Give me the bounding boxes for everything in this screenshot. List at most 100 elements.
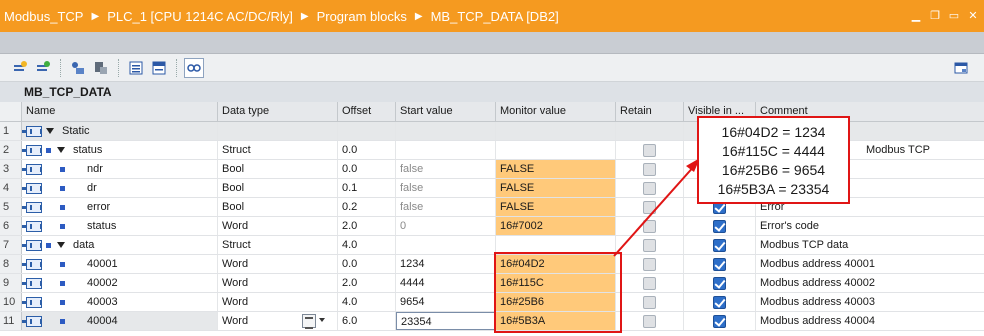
start-value-cell[interactable]: false [396, 160, 496, 178]
header-data-type[interactable]: Data type [218, 102, 338, 121]
conversion-callout: 16#04D2 = 1234 16#115C = 4444 16#25B6 = … [697, 116, 850, 204]
start-value-cell[interactable]: false [396, 179, 496, 197]
restore-icon[interactable]: ❐ [928, 8, 942, 22]
table-row[interactable]: 8 40001 Word 0.0 1234 16#04D2 Modbus address 4… [0, 255, 984, 274]
row-number: 9 [0, 274, 22, 292]
data-type-cell[interactable]: Word [218, 274, 338, 292]
name-cell[interactable]: ndr [22, 160, 218, 178]
retain-checkbox[interactable] [642, 163, 656, 176]
retain-checkbox[interactable] [642, 277, 656, 290]
row-number: 7 [0, 236, 22, 254]
interface-icon [22, 296, 42, 308]
start-value-cell[interactable]: false [396, 198, 496, 216]
visible-checkbox[interactable] [712, 239, 726, 252]
table-row[interactable]: 6 status Word 2.0 0 16#7002 Error's code [0, 217, 984, 236]
name-cell[interactable]: dr [22, 179, 218, 197]
snapshot-icon[interactable] [68, 58, 88, 78]
visible-checkbox[interactable] [712, 315, 726, 328]
visible-checkbox[interactable] [712, 258, 726, 271]
breadcrumb-project[interactable]: Modbus_TCP [4, 9, 83, 24]
data-type-cell[interactable]: Word [218, 217, 338, 235]
data-type-cell[interactable]: Struct [218, 236, 338, 254]
start-value-cell[interactable] [396, 141, 496, 159]
name-cell[interactable]: error [22, 198, 218, 216]
settings-icon[interactable] [951, 58, 971, 78]
member-bullet-icon [60, 261, 65, 267]
retain-cell [616, 122, 684, 140]
start-value-cell[interactable]: 4444 [396, 274, 496, 292]
start-value-cell[interactable]: 1234 [396, 255, 496, 273]
retain-checkbox[interactable] [642, 258, 656, 271]
table-row[interactable]: 10 40003 Word 4.0 9654 16#25B6 Modbus address … [0, 293, 984, 312]
retain-checkbox[interactable] [642, 182, 656, 195]
data-type-cell[interactable] [218, 122, 338, 140]
comment-cell[interactable]: Modbus address 40001 [756, 255, 984, 273]
data-type-cell[interactable]: Bool [218, 198, 338, 216]
start-value-cell[interactable]: 0 [396, 217, 496, 235]
retain-checkbox[interactable] [642, 296, 656, 309]
retain-checkbox[interactable] [642, 315, 656, 328]
monitor-icon[interactable] [184, 57, 204, 78]
visible-checkbox[interactable] [712, 277, 726, 290]
comment-cell[interactable]: Modbus address 40004 [756, 312, 984, 330]
collapse-all-icon[interactable] [149, 58, 169, 78]
data-type-cell[interactable]: Bool [218, 179, 338, 197]
retain-checkbox[interactable] [642, 144, 656, 157]
breadcrumb-block[interactable]: MB_TCP_DATA [DB2] [431, 9, 559, 24]
header-retain[interactable]: Retain [616, 102, 684, 121]
dropdown-arrow-icon[interactable] [319, 318, 325, 322]
name-cell[interactable]: Static [22, 122, 218, 140]
breadcrumb-program-blocks[interactable]: Program blocks [317, 9, 407, 24]
data-type-cell[interactable]: Struct [218, 141, 338, 159]
expand-arrow-icon[interactable] [57, 147, 65, 154]
name-cell[interactable]: status [22, 217, 218, 235]
retain-checkbox[interactable] [642, 201, 656, 214]
row-number: 8 [0, 255, 22, 273]
table-row[interactable]: 7 data Struct 4.0 Modbus TCP data [0, 236, 984, 255]
expand-arrow-icon[interactable] [57, 242, 65, 249]
data-type-cell[interactable]: Word [218, 255, 338, 273]
start-value-cell[interactable] [396, 236, 496, 254]
header-monitor-value[interactable]: Monitor value [496, 102, 616, 121]
comment-cell[interactable]: Modbus address 40003 [756, 293, 984, 311]
add-row-icon[interactable] [10, 58, 30, 78]
data-type-cell[interactable]: Word [218, 293, 338, 311]
name-cell[interactable]: 40004 [22, 312, 218, 330]
comment-cell[interactable]: Modbus address 40002 [756, 274, 984, 292]
visible-checkbox[interactable] [712, 296, 726, 309]
name-cell[interactable]: status [22, 141, 218, 159]
minimize-icon[interactable]: ▁ [909, 8, 923, 22]
start-value-cell[interactable]: 23354 [396, 312, 496, 330]
header-offset[interactable]: Offset [338, 102, 396, 121]
chevron-right-icon: ▶ [91, 10, 100, 22]
retain-checkbox[interactable] [642, 239, 656, 252]
name-cell[interactable]: 40002 [22, 274, 218, 292]
comment-cell[interactable]: Modbus TCP data [756, 236, 984, 254]
expand-all-icon[interactable] [126, 58, 146, 78]
comment-cell[interactable]: Error's code [756, 217, 984, 235]
interface-icon [22, 163, 42, 175]
start-value-cell[interactable]: 9654 [396, 293, 496, 311]
retain-checkbox[interactable] [642, 220, 656, 233]
visible-checkbox[interactable] [712, 220, 726, 233]
type-browser-button[interactable] [302, 314, 316, 329]
header-name[interactable]: Name [22, 102, 218, 121]
row-number: 10 [0, 293, 22, 311]
name-cell[interactable]: 40003 [22, 293, 218, 311]
start-value-cell[interactable] [396, 122, 496, 140]
data-type-cell[interactable]: Bool [218, 160, 338, 178]
table-row[interactable]: 11 40004 Word 6.0 23354 16#5B3A Modbus address… [0, 312, 984, 331]
insert-row-icon[interactable] [33, 58, 53, 78]
expand-arrow-icon[interactable] [46, 128, 54, 135]
visible-cell [684, 217, 756, 235]
name-cell[interactable]: 40001 [22, 255, 218, 273]
close-icon[interactable]: ✕ [966, 8, 980, 22]
data-type-text: Word [222, 315, 249, 327]
copy-values-icon[interactable] [91, 58, 111, 78]
data-type-cell[interactable]: Word [218, 312, 338, 330]
table-row[interactable]: 9 40002 Word 2.0 4444 16#115C Modbus address 4… [0, 274, 984, 293]
maximize-icon[interactable]: ▭ [947, 8, 961, 22]
breadcrumb-plc[interactable]: PLC_1 [CPU 1214C AC/DC/Rly] [107, 9, 293, 24]
header-start-value[interactable]: Start value [396, 102, 496, 121]
name-cell[interactable]: data [22, 236, 218, 254]
